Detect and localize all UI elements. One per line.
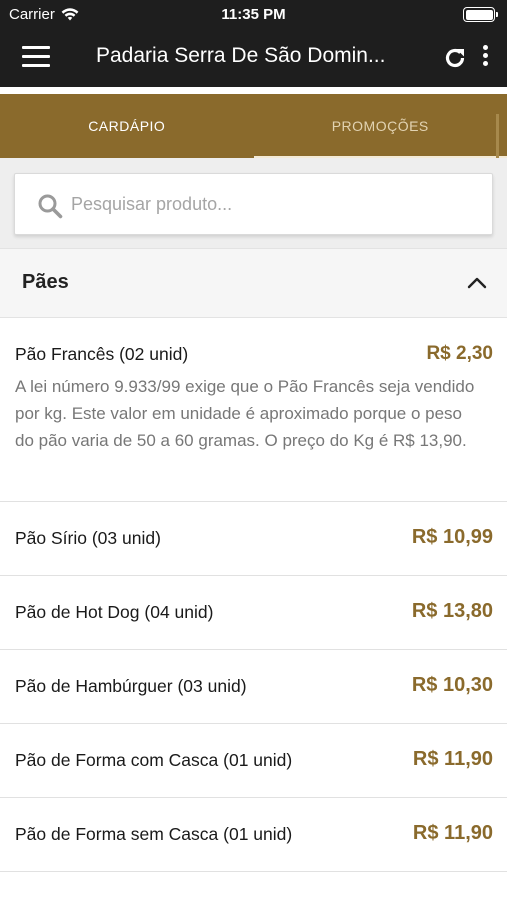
tab-label: PROMOÇÕES [331,118,429,134]
battery-level [465,9,493,20]
tab-promocoes[interactable]: PROMOÇÕES [253,94,507,158]
tab-label: CARDÁPIO [88,118,166,134]
status-time: 11:35 PM [221,6,286,23]
status-bar: Carrier 11:35 PM [0,0,507,30]
app-bar: Padaria Serra De São Domin... [0,30,507,87]
product-price: R$ 10,99 [411,526,493,548]
section-title: Pães [22,271,69,293]
product-price: R$ 2,30 [426,343,493,364]
battery-icon [463,7,498,22]
product-description: A lei número 9.933/99 exige que o Pão Fr… [15,377,475,450]
section-header-paes[interactable]: Pães [0,248,507,318]
product-name: Pão Sírio (03 unid) [15,528,161,548]
product-list: Pão Francês (02 unid) R$ 2,30 A lei núme… [0,318,507,872]
tab-bar: CARDÁPIO PROMOÇÕES [0,94,507,158]
product-name: Pão Francês (02 unid) [15,344,189,364]
tab-scroll-edge [496,114,499,158]
product-name: Pão de Hot Dog (04 unid) [15,602,214,622]
product-price: R$ 10,30 [411,674,493,696]
refresh-icon[interactable] [442,45,468,71]
more-vertical-icon[interactable] [478,45,492,71]
search-input[interactable] [71,188,471,220]
page-title: Padaria Serra De São Domin... [96,44,386,67]
product-item[interactable]: Pão de Hambúrguer (03 unid) R$ 10,30 [0,650,507,724]
tab-cardapio[interactable]: CARDÁPIO [0,94,254,158]
product-name: Pão de Hambúrguer (03 unid) [15,676,247,696]
product-item[interactable]: Pão de Hot Dog (04 unid) R$ 13,80 [0,576,507,650]
search-icon [38,194,63,219]
product-price: R$ 13,80 [411,600,493,622]
product-item[interactable]: Pão Sírio (03 unid) R$ 10,99 [0,502,507,576]
product-item[interactable]: Pão Francês (02 unid) R$ 2,30 A lei núme… [0,318,507,502]
product-price: R$ 11,90 [412,822,493,844]
product-price: R$ 11,90 [412,748,493,770]
chevron-up-icon[interactable] [467,273,487,293]
search-area [0,158,507,248]
menu-icon[interactable] [22,46,50,70]
product-item[interactable]: Pão de Forma com Casca (01 unid) R$ 11,9… [0,724,507,798]
product-item[interactable]: Pão de Forma sem Casca (01 unid) R$ 11,9… [0,798,507,872]
search-box[interactable] [14,173,493,235]
product-name: Pão de Forma sem Casca (01 unid) [15,824,293,844]
product-name: Pão de Forma com Casca (01 unid) [15,750,293,770]
